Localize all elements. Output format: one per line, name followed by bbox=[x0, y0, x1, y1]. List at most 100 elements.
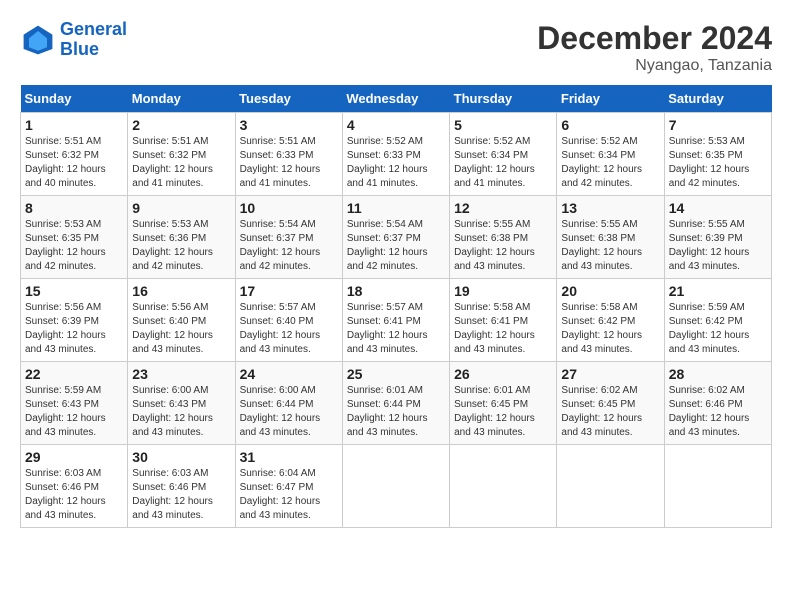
day-number: 31 bbox=[240, 449, 338, 465]
day-number: 11 bbox=[347, 200, 445, 216]
day-info: Sunrise: 5:52 AM Sunset: 6:33 PM Dayligh… bbox=[347, 135, 445, 191]
title-block: December 2024 Nyangao, Tanzania bbox=[537, 20, 772, 75]
col-tuesday: Tuesday bbox=[235, 85, 342, 113]
table-row: 26 Sunrise: 6:01 AM Sunset: 6:45 PM Dayl… bbox=[450, 362, 557, 445]
day-info: Sunrise: 5:54 AM Sunset: 6:37 PM Dayligh… bbox=[347, 218, 445, 274]
table-row: 6 Sunrise: 5:52 AM Sunset: 6:34 PM Dayli… bbox=[557, 113, 664, 196]
col-wednesday: Wednesday bbox=[342, 85, 449, 113]
col-thursday: Thursday bbox=[450, 85, 557, 113]
table-row bbox=[450, 445, 557, 528]
day-info: Sunrise: 6:01 AM Sunset: 6:45 PM Dayligh… bbox=[454, 384, 552, 440]
day-info: Sunrise: 5:59 AM Sunset: 6:42 PM Dayligh… bbox=[669, 301, 767, 357]
day-number: 20 bbox=[561, 283, 659, 299]
table-row: 22 Sunrise: 5:59 AM Sunset: 6:43 PM Dayl… bbox=[21, 362, 128, 445]
table-row: 8 Sunrise: 5:53 AM Sunset: 6:35 PM Dayli… bbox=[21, 196, 128, 279]
page-header: General Blue December 2024 Nyangao, Tanz… bbox=[20, 20, 772, 75]
table-row: 28 Sunrise: 6:02 AM Sunset: 6:46 PM Dayl… bbox=[664, 362, 771, 445]
day-number: 3 bbox=[240, 117, 338, 133]
table-row: 9 Sunrise: 5:53 AM Sunset: 6:36 PM Dayli… bbox=[128, 196, 235, 279]
calendar-table: Sunday Monday Tuesday Wednesday Thursday… bbox=[20, 85, 772, 528]
day-info: Sunrise: 5:51 AM Sunset: 6:32 PM Dayligh… bbox=[25, 135, 123, 191]
day-number: 17 bbox=[240, 283, 338, 299]
table-row: 11 Sunrise: 5:54 AM Sunset: 6:37 PM Dayl… bbox=[342, 196, 449, 279]
day-info: Sunrise: 5:56 AM Sunset: 6:40 PM Dayligh… bbox=[132, 301, 230, 357]
day-number: 6 bbox=[561, 117, 659, 133]
day-number: 10 bbox=[240, 200, 338, 216]
day-info: Sunrise: 5:53 AM Sunset: 6:36 PM Dayligh… bbox=[132, 218, 230, 274]
day-info: Sunrise: 5:57 AM Sunset: 6:40 PM Dayligh… bbox=[240, 301, 338, 357]
day-number: 8 bbox=[25, 200, 123, 216]
table-row: 31 Sunrise: 6:04 AM Sunset: 6:47 PM Dayl… bbox=[235, 445, 342, 528]
calendar-header-row: Sunday Monday Tuesday Wednesday Thursday… bbox=[21, 85, 772, 113]
day-number: 15 bbox=[25, 283, 123, 299]
table-row: 17 Sunrise: 5:57 AM Sunset: 6:40 PM Dayl… bbox=[235, 279, 342, 362]
day-number: 22 bbox=[25, 366, 123, 382]
day-number: 9 bbox=[132, 200, 230, 216]
day-number: 30 bbox=[132, 449, 230, 465]
calendar-week-row: 1 Sunrise: 5:51 AM Sunset: 6:32 PM Dayli… bbox=[21, 113, 772, 196]
calendar-week-row: 29 Sunrise: 6:03 AM Sunset: 6:46 PM Dayl… bbox=[21, 445, 772, 528]
table-row bbox=[664, 445, 771, 528]
col-saturday: Saturday bbox=[664, 85, 771, 113]
day-info: Sunrise: 6:00 AM Sunset: 6:44 PM Dayligh… bbox=[240, 384, 338, 440]
day-number: 12 bbox=[454, 200, 552, 216]
day-info: Sunrise: 6:00 AM Sunset: 6:43 PM Dayligh… bbox=[132, 384, 230, 440]
day-number: 4 bbox=[347, 117, 445, 133]
day-info: Sunrise: 5:53 AM Sunset: 6:35 PM Dayligh… bbox=[669, 135, 767, 191]
day-info: Sunrise: 6:02 AM Sunset: 6:45 PM Dayligh… bbox=[561, 384, 659, 440]
col-sunday: Sunday bbox=[21, 85, 128, 113]
calendar-week-row: 22 Sunrise: 5:59 AM Sunset: 6:43 PM Dayl… bbox=[21, 362, 772, 445]
day-number: 16 bbox=[132, 283, 230, 299]
day-info: Sunrise: 5:59 AM Sunset: 6:43 PM Dayligh… bbox=[25, 384, 123, 440]
logo-line1: General bbox=[60, 19, 127, 39]
table-row: 14 Sunrise: 5:55 AM Sunset: 6:39 PM Dayl… bbox=[664, 196, 771, 279]
table-row bbox=[342, 445, 449, 528]
table-row: 10 Sunrise: 5:54 AM Sunset: 6:37 PM Dayl… bbox=[235, 196, 342, 279]
day-number: 26 bbox=[454, 366, 552, 382]
location-subtitle: Nyangao, Tanzania bbox=[537, 57, 772, 75]
table-row: 12 Sunrise: 5:55 AM Sunset: 6:38 PM Dayl… bbox=[450, 196, 557, 279]
day-info: Sunrise: 5:51 AM Sunset: 6:32 PM Dayligh… bbox=[132, 135, 230, 191]
day-info: Sunrise: 5:51 AM Sunset: 6:33 PM Dayligh… bbox=[240, 135, 338, 191]
day-info: Sunrise: 5:57 AM Sunset: 6:41 PM Dayligh… bbox=[347, 301, 445, 357]
table-row bbox=[557, 445, 664, 528]
table-row: 3 Sunrise: 5:51 AM Sunset: 6:33 PM Dayli… bbox=[235, 113, 342, 196]
day-number: 5 bbox=[454, 117, 552, 133]
table-row: 15 Sunrise: 5:56 AM Sunset: 6:39 PM Dayl… bbox=[21, 279, 128, 362]
day-info: Sunrise: 5:52 AM Sunset: 6:34 PM Dayligh… bbox=[561, 135, 659, 191]
day-number: 23 bbox=[132, 366, 230, 382]
day-info: Sunrise: 6:03 AM Sunset: 6:46 PM Dayligh… bbox=[132, 467, 230, 523]
logo-icon bbox=[20, 22, 56, 58]
logo: General Blue bbox=[20, 20, 127, 60]
day-number: 13 bbox=[561, 200, 659, 216]
table-row: 7 Sunrise: 5:53 AM Sunset: 6:35 PM Dayli… bbox=[664, 113, 771, 196]
table-row: 16 Sunrise: 5:56 AM Sunset: 6:40 PM Dayl… bbox=[128, 279, 235, 362]
day-number: 19 bbox=[454, 283, 552, 299]
day-info: Sunrise: 6:03 AM Sunset: 6:46 PM Dayligh… bbox=[25, 467, 123, 523]
table-row: 29 Sunrise: 6:03 AM Sunset: 6:46 PM Dayl… bbox=[21, 445, 128, 528]
day-info: Sunrise: 5:55 AM Sunset: 6:38 PM Dayligh… bbox=[561, 218, 659, 274]
day-number: 2 bbox=[132, 117, 230, 133]
day-info: Sunrise: 5:53 AM Sunset: 6:35 PM Dayligh… bbox=[25, 218, 123, 274]
day-number: 24 bbox=[240, 366, 338, 382]
day-info: Sunrise: 6:01 AM Sunset: 6:44 PM Dayligh… bbox=[347, 384, 445, 440]
day-info: Sunrise: 5:54 AM Sunset: 6:37 PM Dayligh… bbox=[240, 218, 338, 274]
day-number: 25 bbox=[347, 366, 445, 382]
day-number: 1 bbox=[25, 117, 123, 133]
table-row: 2 Sunrise: 5:51 AM Sunset: 6:32 PM Dayli… bbox=[128, 113, 235, 196]
table-row: 13 Sunrise: 5:55 AM Sunset: 6:38 PM Dayl… bbox=[557, 196, 664, 279]
day-info: Sunrise: 5:55 AM Sunset: 6:38 PM Dayligh… bbox=[454, 218, 552, 274]
table-row: 23 Sunrise: 6:00 AM Sunset: 6:43 PM Dayl… bbox=[128, 362, 235, 445]
table-row: 19 Sunrise: 5:58 AM Sunset: 6:41 PM Dayl… bbox=[450, 279, 557, 362]
table-row: 20 Sunrise: 5:58 AM Sunset: 6:42 PM Dayl… bbox=[557, 279, 664, 362]
logo-line2: Blue bbox=[60, 39, 99, 59]
table-row: 27 Sunrise: 6:02 AM Sunset: 6:45 PM Dayl… bbox=[557, 362, 664, 445]
table-row: 1 Sunrise: 5:51 AM Sunset: 6:32 PM Dayli… bbox=[21, 113, 128, 196]
calendar-week-row: 15 Sunrise: 5:56 AM Sunset: 6:39 PM Dayl… bbox=[21, 279, 772, 362]
day-info: Sunrise: 5:58 AM Sunset: 6:42 PM Dayligh… bbox=[561, 301, 659, 357]
table-row: 30 Sunrise: 6:03 AM Sunset: 6:46 PM Dayl… bbox=[128, 445, 235, 528]
day-number: 7 bbox=[669, 117, 767, 133]
month-title: December 2024 bbox=[537, 20, 772, 57]
table-row: 4 Sunrise: 5:52 AM Sunset: 6:33 PM Dayli… bbox=[342, 113, 449, 196]
day-number: 18 bbox=[347, 283, 445, 299]
